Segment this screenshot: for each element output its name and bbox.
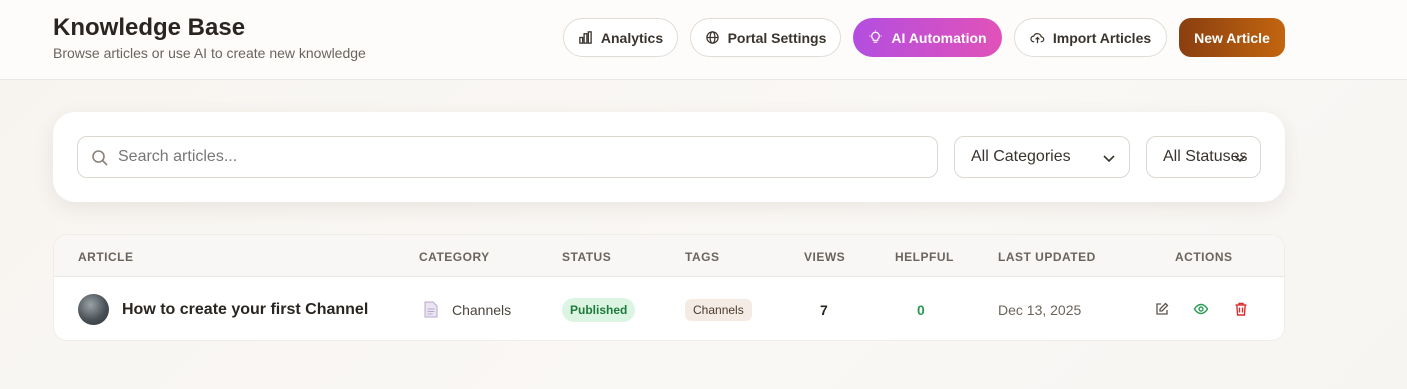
article-title[interactable]: How to create your first Channel: [122, 301, 368, 319]
column-header-status: STATUS: [562, 250, 612, 264]
tag-chip: Channels: [685, 299, 752, 321]
column-header-actions: ACTIONS: [1175, 250, 1233, 264]
category-text: Channels: [452, 302, 512, 318]
articles-table: ARTICLE CATEGORY STATUS TAGS VIEWS HELPF…: [53, 234, 1285, 341]
portal-settings-button[interactable]: Portal Settings: [690, 18, 841, 57]
analytics-label: Analytics: [600, 29, 664, 46]
status-badge: Published: [562, 298, 636, 322]
chevron-down-icon: [1234, 155, 1246, 163]
column-header-category: CATEGORY: [419, 250, 490, 264]
helpful-count: 0: [917, 302, 925, 318]
new-article-label: New Article: [1194, 29, 1270, 46]
portal-settings-label: Portal Settings: [727, 29, 827, 46]
import-articles-label: Import Articles: [1052, 29, 1152, 46]
filter-card: All Categories All Statuses: [53, 112, 1285, 202]
eye-icon[interactable]: [1193, 301, 1209, 317]
document-icon: [424, 301, 438, 318]
top-header: Knowledge Base Browse articles or use AI…: [0, 0, 1407, 80]
new-article-button[interactable]: New Article: [1179, 18, 1285, 57]
column-header-last-updated: LAST UPDATED: [998, 250, 1096, 264]
import-articles-button[interactable]: Import Articles: [1014, 18, 1167, 57]
search-box[interactable]: [77, 136, 938, 178]
trash-icon[interactable]: [1233, 301, 1249, 317]
chevron-down-icon: [1103, 155, 1115, 163]
page-subtitle: Browse articles or use AI to create new …: [53, 45, 366, 61]
lightbulb-icon: [869, 30, 883, 43]
avatar: [78, 294, 109, 325]
ai-automation-label: AI Automation: [891, 29, 987, 46]
last-updated: Dec 13, 2025: [998, 302, 1082, 318]
column-header-helpful: HELPFUL: [895, 250, 954, 264]
bar-chart-icon: [579, 31, 592, 44]
search-input[interactable]: [118, 148, 918, 166]
views-count: 7: [820, 302, 828, 318]
column-header-article: ARTICLE: [78, 250, 134, 264]
ai-automation-button[interactable]: AI Automation: [853, 18, 1002, 57]
category-select-value: All Categories: [971, 148, 1071, 165]
page-title: Knowledge Base: [53, 14, 246, 41]
edit-icon[interactable]: [1154, 301, 1170, 317]
category-select[interactable]: All Categories: [954, 136, 1130, 178]
status-select[interactable]: All Statuses: [1146, 136, 1261, 178]
search-icon: [92, 150, 108, 166]
column-header-tags: TAGS: [685, 250, 720, 264]
globe-icon: [705, 31, 719, 44]
table-row[interactable]: How to create your first Channel Channel…: [54, 277, 1284, 340]
analytics-button[interactable]: Analytics: [563, 18, 678, 57]
table-header: ARTICLE CATEGORY STATUS TAGS VIEWS HELPF…: [54, 235, 1284, 277]
column-header-views: VIEWS: [804, 250, 846, 264]
upload-cloud-icon: [1030, 33, 1045, 44]
